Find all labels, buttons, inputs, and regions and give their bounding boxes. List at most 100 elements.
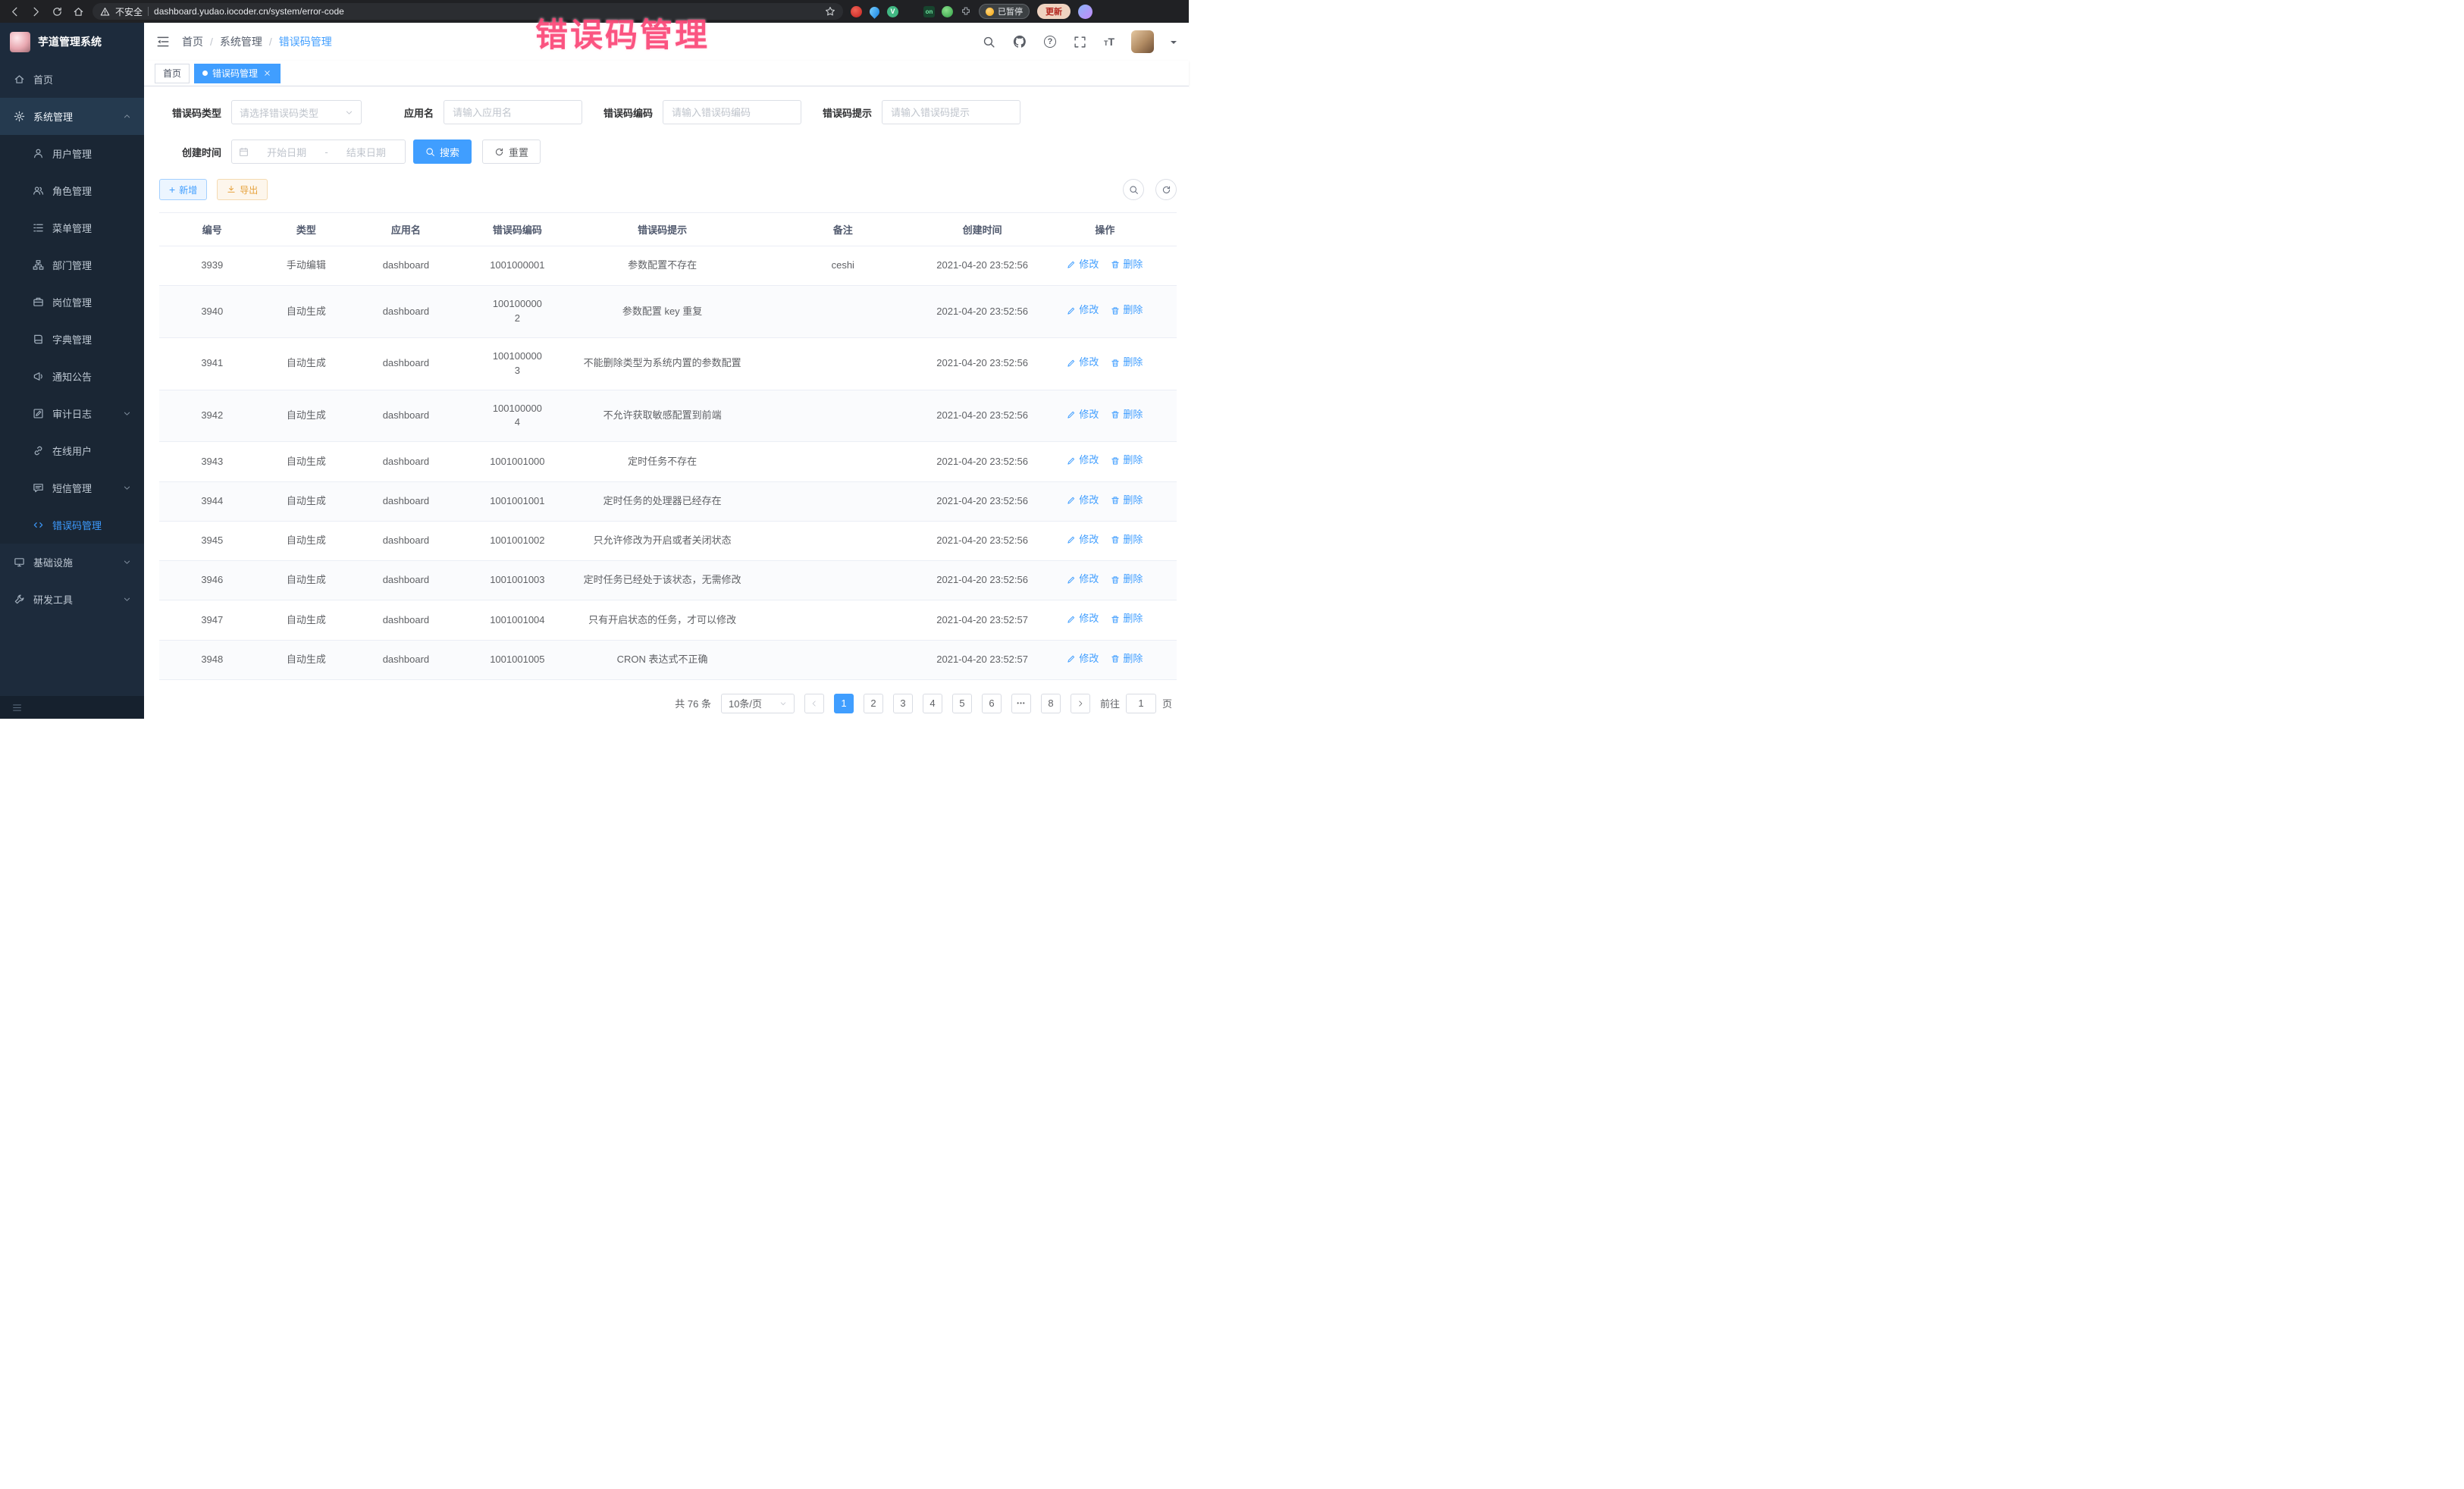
- tab-close-icon[interactable]: [262, 68, 272, 78]
- help-icon[interactable]: ?: [1043, 35, 1057, 49]
- delete-link[interactable]: 删除: [1111, 303, 1143, 318]
- browser-profile-avatar[interactable]: [1078, 5, 1092, 19]
- tab-error-code[interactable]: 错误码管理: [194, 64, 281, 83]
- prev-page-button[interactable]: [804, 694, 824, 713]
- edit-link[interactable]: 修改: [1067, 533, 1099, 547]
- extension-icon-on[interactable]: on: [923, 6, 935, 17]
- back-icon[interactable]: [8, 5, 21, 18]
- export-button[interactable]: 导出: [217, 179, 268, 200]
- sidebar-collapse-bar[interactable]: [0, 696, 144, 719]
- paused-badge[interactable]: 已暂停: [979, 4, 1030, 19]
- github-icon[interactable]: [1013, 35, 1027, 49]
- next-page-button[interactable]: [1071, 694, 1090, 713]
- delete-link[interactable]: 删除: [1111, 453, 1143, 468]
- delete-link[interactable]: 删除: [1111, 612, 1143, 626]
- sidebar-item-devtools[interactable]: 研发工具: [0, 581, 144, 618]
- edit-link[interactable]: 修改: [1067, 652, 1099, 666]
- edit-link[interactable]: 修改: [1067, 408, 1099, 422]
- delete-link[interactable]: 删除: [1111, 572, 1143, 587]
- sidebar-item-roles[interactable]: 角色管理: [0, 172, 144, 209]
- sidebar-item-label: 用户管理: [52, 146, 92, 161]
- sidebar-item-posts[interactable]: 岗位管理: [0, 284, 144, 321]
- page-button-6[interactable]: 6: [982, 694, 1002, 713]
- cell-code: 1001001003: [465, 561, 571, 600]
- sidebar-item-infrastructure[interactable]: 基础设施: [0, 544, 144, 581]
- extensions-puzzle-icon[interactable]: [960, 6, 971, 17]
- emoji-icon: [986, 8, 994, 16]
- page-button-5[interactable]: 5: [952, 694, 972, 713]
- add-button[interactable]: + 新增: [159, 179, 207, 200]
- sidebar-item-label: 短信管理: [52, 481, 92, 495]
- date-range-picker[interactable]: 开始日期 - 结束日期: [231, 139, 406, 164]
- breadcrumb-home[interactable]: 首页: [182, 34, 203, 49]
- avatar-caret-icon[interactable]: [1171, 41, 1177, 47]
- sidebar-item-home[interactable]: 首页: [0, 61, 144, 98]
- edit-link[interactable]: 修改: [1067, 572, 1099, 587]
- page-size-select[interactable]: 10条/页: [721, 694, 795, 713]
- cell-app: dashboard: [347, 442, 464, 481]
- sidebar-item-users[interactable]: 用户管理: [0, 135, 144, 172]
- user-avatar[interactable]: [1131, 30, 1154, 53]
- error-code-input[interactable]: [663, 100, 801, 124]
- cell-id: 3944: [159, 481, 265, 521]
- sidebar-toggle-icon[interactable]: [156, 35, 170, 49]
- bookmark-star-icon[interactable]: [825, 6, 835, 17]
- goto-page-input[interactable]: [1126, 694, 1156, 713]
- address-divider: [148, 7, 149, 16]
- toggle-search-button[interactable]: [1123, 179, 1144, 200]
- app-name-input[interactable]: [444, 100, 582, 124]
- cell-id: 3942: [159, 390, 265, 442]
- delete-link[interactable]: 删除: [1111, 533, 1143, 547]
- sidebar-item-online-users[interactable]: 在线用户: [0, 432, 144, 469]
- font-size-icon[interactable]: TT: [1104, 36, 1114, 48]
- sidebar-item-sms[interactable]: 短信管理: [0, 469, 144, 506]
- edit-link[interactable]: 修改: [1067, 356, 1099, 370]
- delete-link[interactable]: 删除: [1111, 494, 1143, 508]
- sidebar-item-notices[interactable]: 通知公告: [0, 358, 144, 395]
- sidebar-item-dictionary[interactable]: 字典管理: [0, 321, 144, 358]
- address-bar[interactable]: 不安全 dashboard.yudao.iocoder.cn/system/er…: [92, 3, 843, 20]
- tab-home[interactable]: 首页: [155, 64, 190, 83]
- monitor-icon: [13, 556, 25, 568]
- sidebar-item-system[interactable]: 系统管理: [0, 98, 144, 135]
- sidebar-item-departments[interactable]: 部门管理: [0, 246, 144, 284]
- forward-icon[interactable]: [29, 5, 42, 18]
- breadcrumb-system[interactable]: 系统管理: [220, 34, 262, 49]
- page-button-1[interactable]: 1: [834, 694, 854, 713]
- sidebar-item-menus[interactable]: 菜单管理: [0, 209, 144, 246]
- fullscreen-icon[interactable]: [1074, 35, 1087, 49]
- extension-icon-green[interactable]: [942, 6, 953, 17]
- update-button[interactable]: 更新: [1037, 4, 1071, 19]
- vue-devtools-icon[interactable]: V: [887, 6, 898, 17]
- delete-link[interactable]: 删除: [1111, 408, 1143, 422]
- search-button[interactable]: 搜索: [413, 139, 472, 164]
- edit-link[interactable]: 修改: [1067, 453, 1099, 468]
- browser-home-icon[interactable]: [71, 5, 85, 18]
- sidebar-item-audit-logs[interactable]: 审计日志: [0, 395, 144, 432]
- page-button-2[interactable]: 2: [864, 694, 883, 713]
- page-button-3[interactable]: 3: [893, 694, 913, 713]
- cell-time: 2021-04-20 23:52:56: [932, 390, 1033, 442]
- edit-link[interactable]: 修改: [1067, 303, 1099, 318]
- edit-link[interactable]: 修改: [1067, 612, 1099, 626]
- refresh-button[interactable]: [1155, 179, 1177, 200]
- extension-icon-red[interactable]: [851, 6, 862, 17]
- delete-link[interactable]: 删除: [1111, 356, 1143, 370]
- error-hint-input[interactable]: [882, 100, 1020, 124]
- search-icon[interactable]: [983, 35, 996, 49]
- page-button-8[interactable]: 8: [1041, 694, 1061, 713]
- extension-icon-drop[interactable]: [869, 6, 880, 17]
- sidebar-item-error-code[interactable]: 错误码管理: [0, 506, 144, 544]
- reload-icon[interactable]: [50, 5, 64, 18]
- page-button-4[interactable]: 4: [923, 694, 942, 713]
- edit-link[interactable]: 修改: [1067, 494, 1099, 508]
- more-pages-button[interactable]: •••: [1011, 694, 1031, 713]
- delete-link[interactable]: 删除: [1111, 258, 1143, 272]
- error-type-select[interactable]: 请选择错误码类型: [231, 100, 362, 124]
- extension-icon-grid[interactable]: [905, 6, 917, 17]
- edit-link[interactable]: 修改: [1067, 258, 1099, 272]
- delete-link[interactable]: 删除: [1111, 652, 1143, 666]
- reset-button[interactable]: 重置: [482, 139, 541, 164]
- cell-remark: [754, 521, 932, 560]
- users-icon: [32, 185, 44, 196]
